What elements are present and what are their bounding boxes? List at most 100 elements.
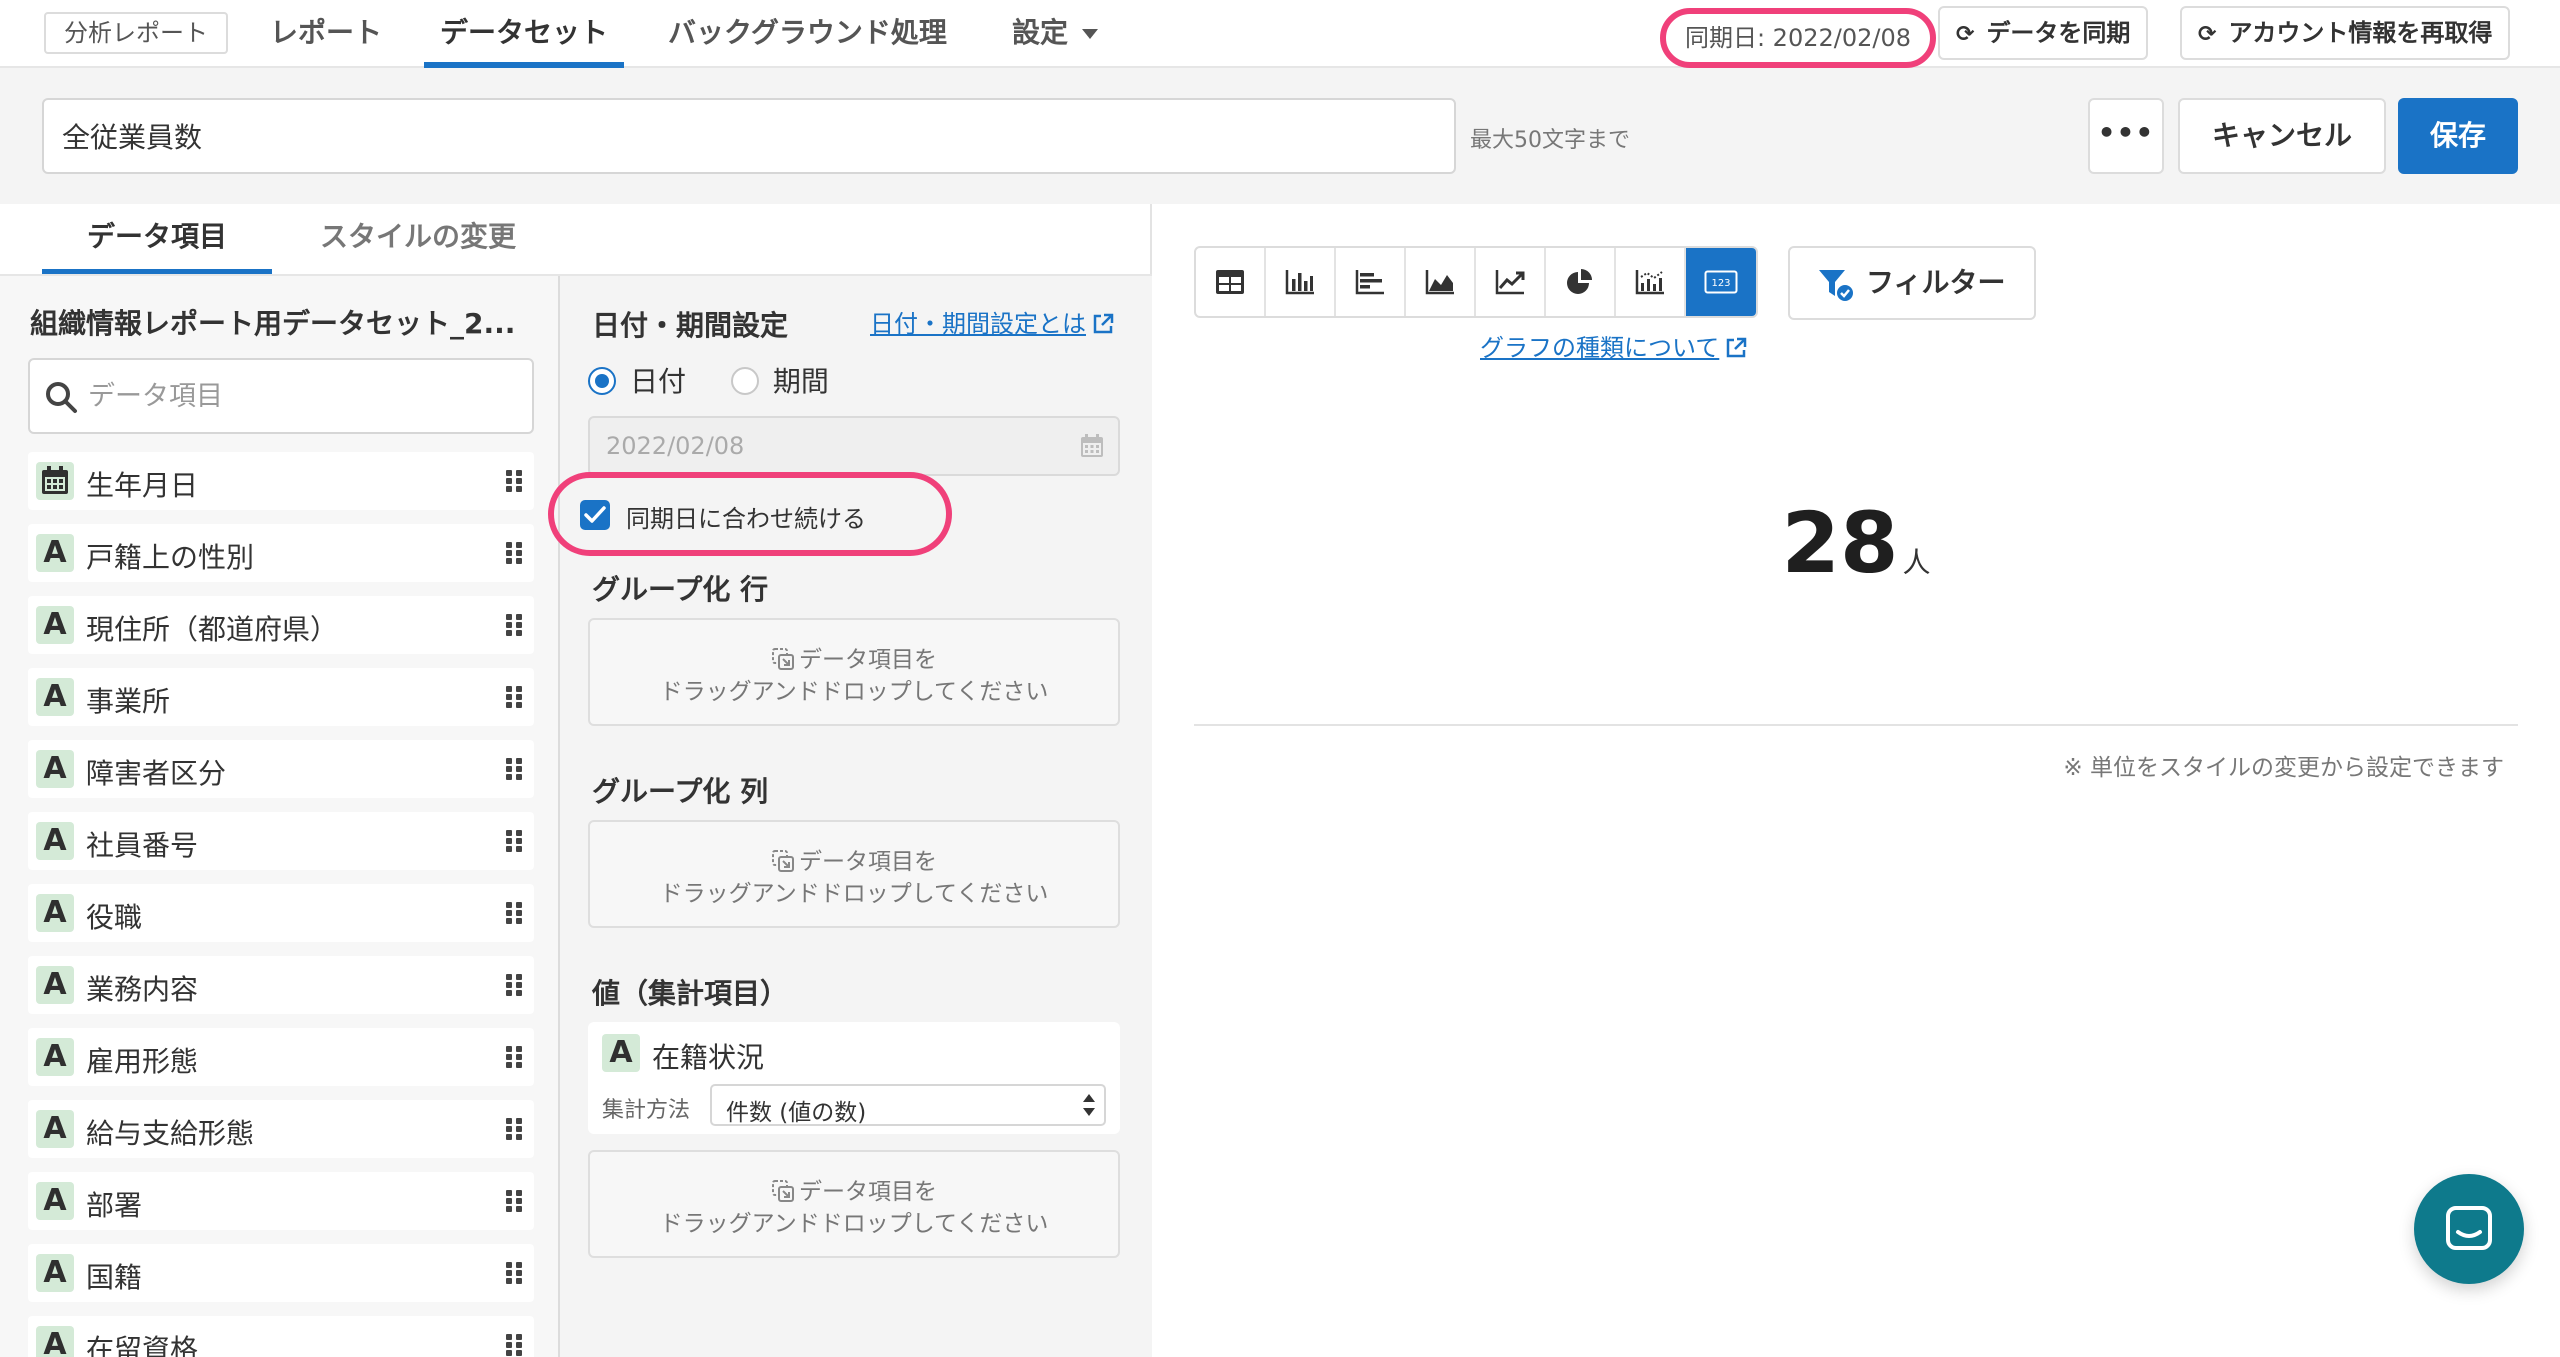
chart-type-bar-button[interactable]: [1336, 248, 1406, 316]
text-type-icon: A: [36, 1110, 74, 1148]
drag-drop-icon: [772, 648, 794, 670]
drag-handle-icon[interactable]: [506, 1262, 522, 1284]
field-label: 生年月日: [86, 469, 199, 502]
nav-tab-background-jobs[interactable]: バックグラウンド処理: [668, 0, 947, 68]
list-item[interactable]: 生年月日: [28, 452, 534, 510]
drag-handle-icon[interactable]: [506, 902, 522, 924]
combo-chart-icon: [1635, 270, 1664, 295]
text-type-icon: A: [36, 966, 74, 1004]
list-item[interactable]: A 障害者区分: [28, 740, 534, 798]
drag-handle-icon[interactable]: [506, 758, 522, 780]
date-help-link[interactable]: 日付・期間設定とは: [870, 304, 1114, 339]
chart-type-line-button[interactable]: [1476, 248, 1546, 316]
field-label: 部署: [86, 1189, 143, 1222]
drag-handle-icon[interactable]: [506, 1118, 522, 1140]
cancel-button[interactable]: キャンセル: [2178, 98, 2386, 174]
aggregation-select-value: 件数 (値の数): [726, 1100, 867, 1126]
number-icon: 123: [1704, 270, 1738, 294]
chart-type-table-button[interactable]: [1196, 248, 1266, 316]
chat-support-button[interactable]: [2414, 1174, 2524, 1284]
field-label: 戸籍上の性別: [86, 541, 255, 574]
text-type-icon: A: [36, 822, 74, 860]
list-item[interactable]: A 国籍: [28, 1244, 534, 1302]
field-list: 生年月日 A 戸籍上の性別 A 現住所（都道府県） A 事業所 A 障害者区分: [28, 452, 534, 1357]
chart-type-column-button[interactable]: [1266, 248, 1336, 316]
chart-type-pie-button[interactable]: [1546, 248, 1616, 316]
more-options-button[interactable]: •••: [2088, 98, 2164, 174]
title-length-hint: 最大50文字まで: [1470, 128, 1630, 153]
radio-date[interactable]: 日付: [588, 365, 686, 398]
refresh-icon: ⟳: [1956, 22, 1975, 47]
drag-handle-icon[interactable]: [506, 974, 522, 996]
drag-handle-icon[interactable]: [506, 1190, 522, 1212]
drag-handle-icon[interactable]: [506, 470, 522, 492]
list-item[interactable]: A 在留資格: [28, 1316, 534, 1357]
radio-checked-icon: [588, 367, 616, 395]
save-button[interactable]: 保存: [2398, 98, 2518, 174]
date-help-link-text: 日付・期間設定とは: [870, 310, 1086, 338]
list-item[interactable]: A 業務内容: [28, 956, 534, 1014]
group-row-title: グループ化 行: [592, 573, 769, 606]
chart-type-number-button[interactable]: 123: [1686, 248, 1756, 316]
drag-handle-icon[interactable]: [506, 614, 522, 636]
field-list-column: 組織情報レポート用データセット_2... 生年月日 A 戸籍上の性別 A 現住所…: [0, 276, 560, 1357]
filter-label: フィルター: [1866, 266, 2006, 299]
drop-zone-text-1: データ項目を: [799, 849, 937, 875]
column-chart-icon: [1285, 270, 1314, 295]
value-field-card[interactable]: A 在籍状況 集計方法 件数 (値の数): [588, 1022, 1120, 1134]
list-item[interactable]: A 事業所: [28, 668, 534, 726]
drag-handle-icon[interactable]: [506, 686, 522, 708]
nav-tab-datasets[interactable]: データセット: [424, 0, 625, 68]
refetch-account-button[interactable]: ⟳ アカウント情報を再取得: [2180, 6, 2511, 60]
group-col-drop-zone[interactable]: データ項目を ドラッグアンドドロップしてください: [588, 820, 1120, 928]
divider: [1194, 724, 2518, 726]
tab-data-fields[interactable]: データ項目: [42, 204, 272, 274]
field-search-input[interactable]: [88, 374, 518, 418]
list-item[interactable]: A 現住所（都道府県）: [28, 596, 534, 654]
list-item[interactable]: A 社員番号: [28, 812, 534, 870]
nav-tab-settings[interactable]: 設定: [1012, 0, 1099, 68]
drag-handle-icon[interactable]: [506, 1334, 522, 1356]
nav-tab-reports[interactable]: レポート: [270, 0, 382, 68]
values-drop-zone[interactable]: データ項目を ドラッグアンドドロップしてください: [588, 1150, 1120, 1258]
text-type-icon: A: [602, 1034, 640, 1072]
drop-zone-text-1: データ項目を: [799, 647, 937, 673]
result-unit: 人: [1902, 546, 1931, 579]
date-field[interactable]: 2022/02/08: [588, 416, 1120, 476]
select-arrows-icon: [1083, 1094, 1095, 1116]
dataset-title-input[interactable]: [42, 98, 1456, 174]
list-item[interactable]: A 役職: [28, 884, 534, 942]
keep-sync-checkbox-row[interactable]: 同期日に合わせ続ける: [548, 472, 952, 556]
app-badge[interactable]: 分析レポート: [44, 12, 228, 54]
radio-unchecked-icon: [730, 367, 759, 395]
sync-data-button[interactable]: ⟳ データを同期: [1938, 6, 2149, 60]
text-type-icon: A: [36, 1182, 74, 1220]
group-col-title: グループ化 列: [592, 775, 769, 808]
date-section-title: 日付・期間設定: [592, 309, 789, 342]
field-search-box: [28, 358, 534, 434]
radio-period[interactable]: 期間: [730, 365, 829, 398]
list-item[interactable]: A 雇用形態: [28, 1028, 534, 1086]
list-item[interactable]: A 部署: [28, 1172, 534, 1230]
calendar-icon[interactable]: [1078, 432, 1106, 460]
drag-handle-icon[interactable]: [506, 830, 522, 852]
line-chart-icon: [1495, 270, 1525, 295]
text-type-icon: A: [36, 894, 74, 932]
dataset-editor-panel: データ項目 スタイルの変更 組織情報レポート用データセット_2... 生年月日 …: [0, 204, 1152, 1357]
chart-type-combo-button[interactable]: [1616, 248, 1686, 316]
date-field-value: 2022/02/08: [606, 432, 745, 460]
drag-handle-icon[interactable]: [506, 1046, 522, 1068]
filter-button[interactable]: フィルター: [1788, 246, 2036, 320]
aggregation-select[interactable]: 件数 (値の数): [710, 1084, 1106, 1126]
chart-type-area-button[interactable]: [1406, 248, 1476, 316]
field-label: 国籍: [86, 1261, 143, 1294]
list-item[interactable]: A 給与支給形態: [28, 1100, 534, 1158]
checkbox-checked-icon[interactable]: [580, 500, 610, 530]
group-row-drop-zone[interactable]: データ項目を ドラッグアンドドロップしてください: [588, 618, 1120, 726]
settings-column: 日付・期間設定 日付・期間設定とは 日付 期間 2022/02/08 同期日に合…: [548, 276, 1152, 1357]
graph-type-help-link[interactable]: グラフの種類について: [1480, 328, 1747, 363]
list-item[interactable]: A 戸籍上の性別: [28, 524, 534, 582]
tab-style[interactable]: スタイルの変更: [298, 204, 538, 274]
drag-handle-icon[interactable]: [506, 542, 522, 564]
unit-note: ※ 単位をスタイルの変更から設定できます: [2063, 755, 2504, 781]
